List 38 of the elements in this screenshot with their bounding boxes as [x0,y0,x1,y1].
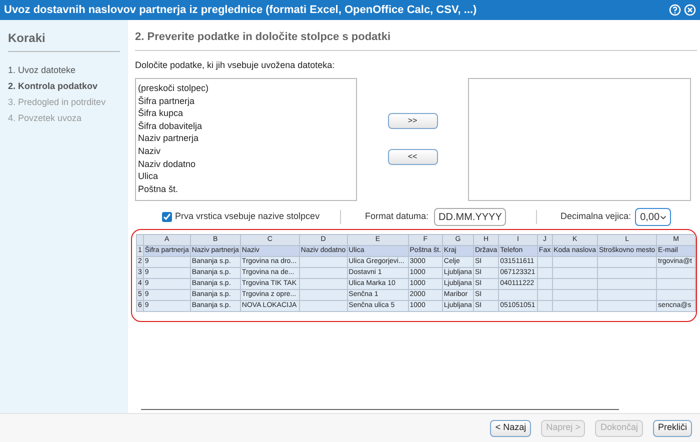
step-item: 3. Predogled in potrditev [8,96,107,108]
list-item[interactable]: Ulica [138,170,356,183]
move-button[interactable]: >> [388,113,438,129]
list-item[interactable]: Šifra dobavitelja [138,120,356,132]
step-heading: 2. Preverite podatke in določite stolpce s podatki [135,29,697,50]
table-cell [598,300,657,312]
date-format-label: Format datuma: [365,210,429,224]
selected-fields-list[interactable] [468,78,691,201]
footer-button[interactable]: < Nazaj [490,420,532,436]
step-item: 1. Uvoz datoteke [8,64,77,76]
close-icon[interactable] [684,4,696,16]
help-icon[interactable] [669,4,681,16]
move-button[interactable]: << [388,149,438,165]
window-title: Uvoz dostavnih naslovov partnerja iz preglednice (formati Excel, OpenOffice Calc, CSV, ...) [4,2,478,18]
step-item: 4. Povzetek uvoza [8,112,83,124]
list-item[interactable]: Šifra kupca [138,107,356,120]
chevron-down-icon [660,214,666,220]
list-item[interactable]: Šifra partnerja [138,94,356,108]
list-item[interactable]: Naziv dodatno [138,158,356,170]
table-cell [537,300,552,312]
list-item[interactable]: Naziv [138,144,356,158]
dropdown-value: DD.MM.YYYY [438,210,502,224]
list-item[interactable]: (preskoči stolpec) [138,82,356,95]
sidebar-title: Koraki [8,29,120,52]
footer-button[interactable]: Prekliči [652,420,692,436]
table-cell [552,300,598,312]
list-item[interactable]: Naziv partnerja [138,132,356,145]
available-fields-list[interactable]: (preskoči stolpec) Šifra partnerja Šifra kupca Šifra dobavitelja Naziv partnerja Naziv Naziv dodatno Ulica Poštna št. [135,78,357,201]
dropdown-field[interactable]: 0,00 [635,208,672,226]
dropdown-field[interactable]: DD.MM.YYYY [434,208,506,226]
table-cell [299,300,348,312]
step-item: 2. Kontrola podatkov [8,80,99,92]
list-item[interactable]: Poštna št. [138,182,356,196]
checkbox-label: Prva vrstica vsebuje nazive stolpcev [175,210,320,224]
instruction-text: Določite podatke, ki jih vsebuje uvožena datoteka: [135,58,336,72]
checkbox[interactable] [162,212,172,222]
dropdown-value: 0,00 [640,210,660,224]
decimal-label: Decimalna vejica: [560,210,632,224]
